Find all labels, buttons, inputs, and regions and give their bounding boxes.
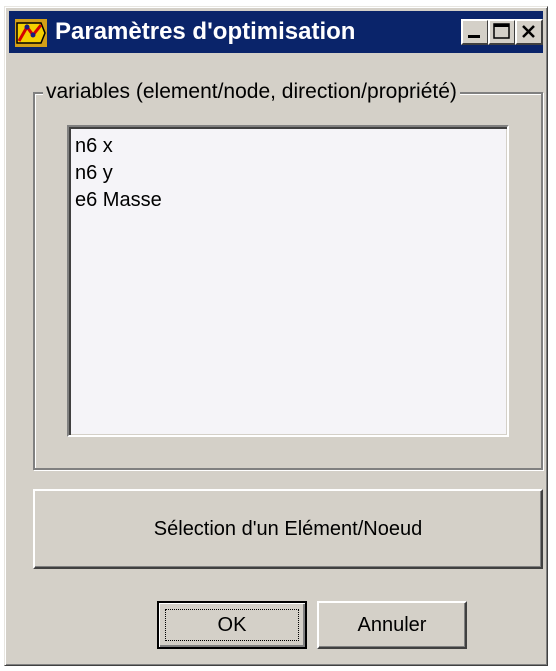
- list-item[interactable]: n6 y: [75, 160, 507, 187]
- select-element-node-button[interactable]: Sélection d'un Elément/Noeud: [33, 489, 543, 569]
- minimize-button[interactable]: [461, 19, 489, 45]
- cancel-label: Annuler: [357, 613, 427, 636]
- select-element-node-label: Sélection d'un Elément/Noeud: [153, 517, 423, 540]
- list-item[interactable]: n6 x: [75, 133, 507, 160]
- app-icon: [15, 19, 47, 47]
- window-title: Paramètres d'optimisation: [55, 18, 356, 45]
- close-button[interactable]: [515, 19, 543, 45]
- maximize-icon: [493, 23, 510, 39]
- ok-label: OK: [217, 613, 247, 636]
- ok-button[interactable]: OK: [157, 601, 307, 649]
- minimize-icon: [468, 35, 480, 38]
- variables-group-label: variables (element/node, direction/propr…: [43, 79, 460, 105]
- close-icon: [522, 25, 535, 38]
- variables-listbox[interactable]: n6 x n6 y e6 Masse: [67, 125, 509, 437]
- dialog-window: Paramètres d'optimisation variables (ele…: [4, 6, 548, 666]
- title-bar[interactable]: Paramètres d'optimisation: [9, 11, 543, 53]
- maximize-button[interactable]: [488, 19, 516, 45]
- cancel-button[interactable]: Annuler: [317, 601, 467, 649]
- list-item[interactable]: e6 Masse: [75, 187, 507, 214]
- variables-list: n6 x n6 y e6 Masse: [69, 127, 507, 214]
